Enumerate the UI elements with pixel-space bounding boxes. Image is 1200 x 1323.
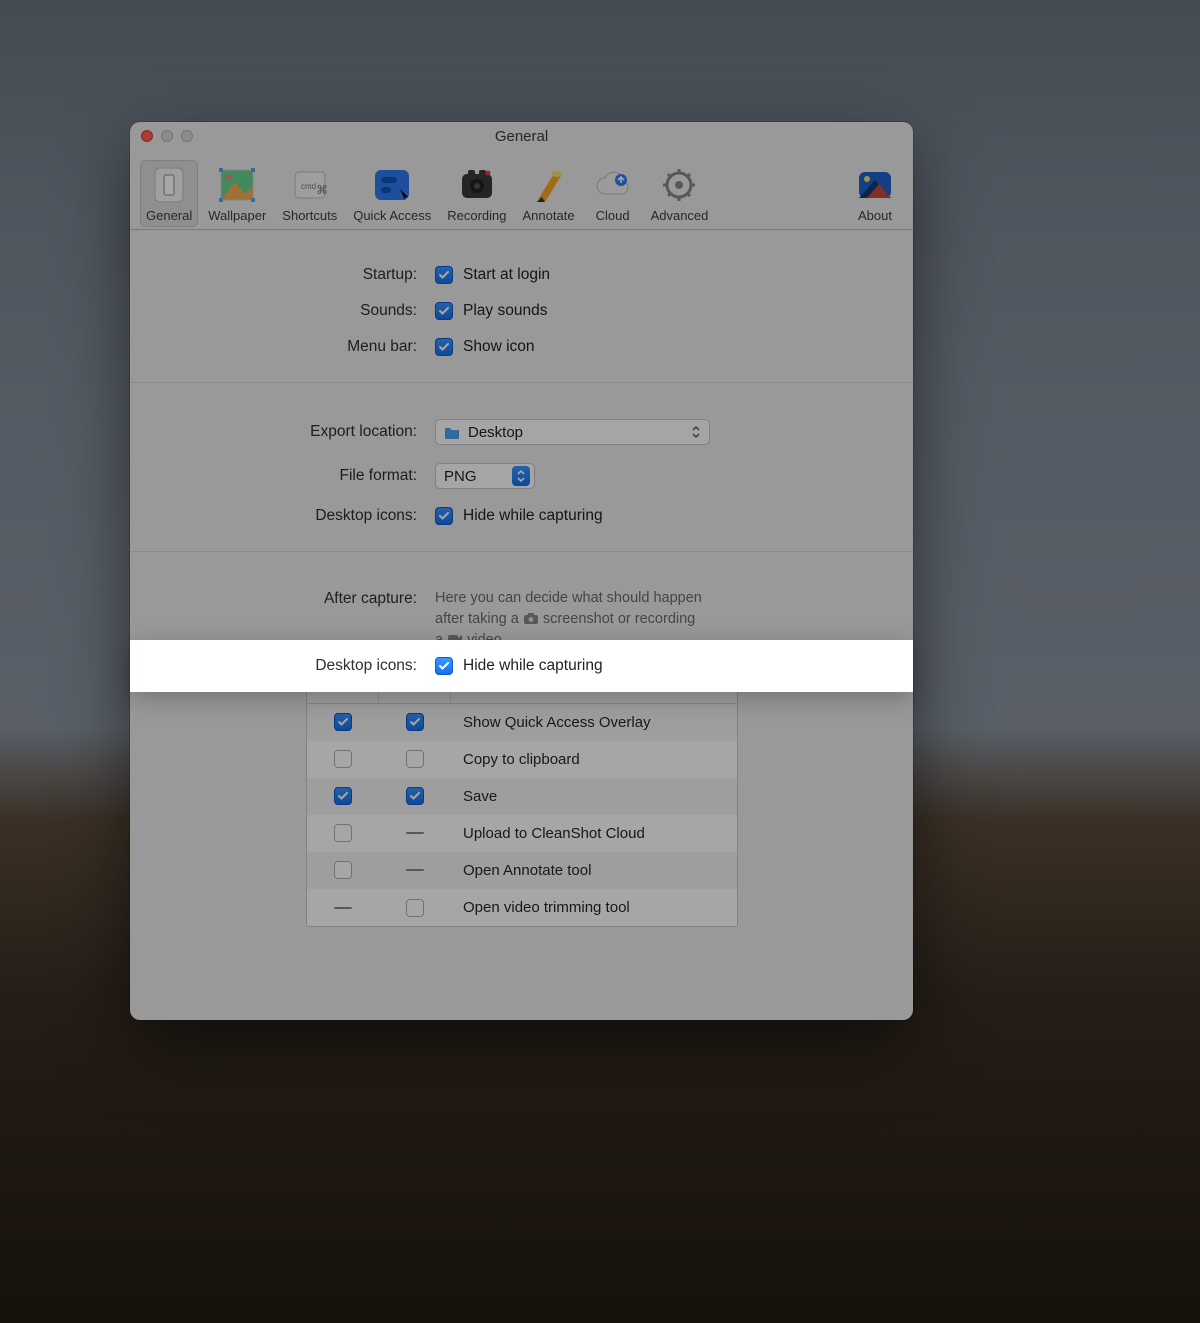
updown-icon: [512, 466, 530, 486]
general-icon: [147, 164, 191, 206]
checkbox-start-at-login[interactable]: [435, 266, 453, 284]
label-startup: Startup:: [130, 266, 435, 284]
checkbox-hide-while-capturing[interactable]: [435, 507, 453, 525]
row-action-label: Show Quick Access Overlay: [451, 714, 737, 731]
label-desktop-icons: Desktop icons:: [130, 657, 435, 675]
checkbox-label: Hide while capturing: [463, 507, 603, 525]
row-1-screenshot-checkbox[interactable]: [334, 750, 352, 768]
table-row: Show Quick Access Overlay: [307, 704, 737, 741]
titlebar: General: [130, 122, 913, 150]
row-action-label: Open video trimming tool: [451, 899, 737, 916]
tab-label: Cloud: [596, 208, 630, 223]
section-startup: Startup: Start at login Sounds: Play sou…: [130, 230, 913, 383]
row-action-label: Open Annotate tool: [451, 862, 737, 879]
row-action-label: Upload to CleanShot Cloud: [451, 825, 737, 842]
tab-shortcuts[interactable]: cmd⌘ Shortcuts: [276, 160, 343, 227]
checkbox-label: Start at login: [463, 266, 550, 284]
row-1-video-checkbox[interactable]: [406, 750, 424, 768]
row-action-label: Copy to clipboard: [451, 751, 737, 768]
checkbox-show-icon[interactable]: [435, 338, 453, 356]
checkbox-label: Play sounds: [463, 302, 547, 320]
label-export-location: Export location:: [130, 423, 435, 441]
tab-label: Quick Access: [353, 208, 431, 223]
close-window-button[interactable]: [141, 130, 153, 142]
row-3-video-checkbox-disabled: [406, 832, 424, 834]
tab-label: Shortcuts: [282, 208, 337, 223]
checkbox-play-sounds[interactable]: [435, 302, 453, 320]
row-0-screenshot-checkbox[interactable]: [334, 713, 352, 731]
label-menubar: Menu bar:: [130, 338, 435, 356]
quick-access-icon: [370, 164, 414, 206]
row-3-screenshot-checkbox[interactable]: [334, 824, 352, 842]
content: Startup: Start at login Sounds: Play sou…: [130, 230, 913, 1020]
label-file-format: File format:: [130, 467, 435, 485]
tab-label: Annotate: [523, 208, 575, 223]
annotate-icon: [527, 164, 571, 206]
zoom-window-button[interactable]: [181, 130, 193, 142]
checkbox-hide-while-capturing[interactable]: [435, 657, 453, 675]
section-after-capture: After capture: Here you can decide what …: [130, 552, 913, 953]
table-row: Copy to clipboard: [307, 741, 737, 778]
folder-icon: [444, 426, 460, 439]
cloud-icon: [591, 164, 635, 206]
wallpaper-icon: [215, 164, 259, 206]
updown-icon: [687, 422, 705, 442]
tab-wallpaper[interactable]: Wallpaper: [202, 160, 272, 227]
after-capture-table: Action Show Quick Access OverlayCopy to …: [306, 671, 738, 927]
camera-icon: [523, 611, 539, 624]
highlighted-row-desktop-icons: Desktop icons: Hide while capturing: [130, 640, 913, 692]
tab-label: About: [858, 208, 892, 223]
traffic-lights: [141, 130, 193, 142]
row-5-video-checkbox[interactable]: [406, 899, 424, 917]
table-row: Save: [307, 778, 737, 815]
shortcuts-icon: cmd⌘: [288, 164, 332, 206]
section-export: Export location: Desktop File format: PN…: [130, 383, 913, 552]
svg-text:⌘: ⌘: [316, 183, 328, 197]
select-file-format[interactable]: PNG: [435, 463, 535, 489]
checkbox-label: Show icon: [463, 338, 535, 356]
window-title: General: [495, 128, 548, 145]
select-value: PNG: [444, 468, 477, 485]
tab-label: Wallpaper: [208, 208, 266, 223]
tab-general[interactable]: General: [140, 160, 198, 227]
about-icon: [853, 164, 897, 206]
label-after-capture: After capture:: [130, 588, 435, 608]
table-row: Open video trimming tool: [307, 889, 737, 926]
tab-recording[interactable]: Recording: [441, 160, 512, 227]
select-value: Desktop: [468, 424, 523, 441]
toolbar: General Wallpaper cmd⌘ Shortcuts Quick A…: [130, 150, 913, 230]
minimize-window-button[interactable]: [161, 130, 173, 142]
preferences-window: General General Wallpaper cmd⌘ Shortcuts…: [130, 122, 913, 1020]
table-row: Upload to CleanShot Cloud: [307, 815, 737, 852]
table-row: Open Annotate tool: [307, 852, 737, 889]
row-0-video-checkbox[interactable]: [406, 713, 424, 731]
svg-text:cmd: cmd: [301, 182, 316, 191]
row-4-screenshot-checkbox[interactable]: [334, 861, 352, 879]
recording-icon: [455, 164, 499, 206]
row-2-screenshot-checkbox[interactable]: [334, 787, 352, 805]
tab-label: General: [146, 208, 192, 223]
row-2-video-checkbox[interactable]: [406, 787, 424, 805]
select-export-location[interactable]: Desktop: [435, 419, 710, 445]
label-desktop-icons: Desktop icons:: [130, 507, 435, 525]
tab-label: Advanced: [651, 208, 709, 223]
advanced-icon: [657, 164, 701, 206]
row-4-video-checkbox-disabled: [406, 869, 424, 871]
tab-advanced[interactable]: Advanced: [645, 160, 715, 227]
checkbox-label: Hide while capturing: [463, 657, 603, 675]
row-5-screenshot-checkbox-disabled: [334, 907, 352, 909]
tab-label: Recording: [447, 208, 506, 223]
tab-quick-access[interactable]: Quick Access: [347, 160, 437, 227]
tab-cloud[interactable]: Cloud: [585, 160, 641, 227]
row-action-label: Save: [451, 788, 737, 805]
label-sounds: Sounds:: [130, 302, 435, 320]
tab-about[interactable]: About: [847, 160, 903, 227]
tab-annotate[interactable]: Annotate: [517, 160, 581, 227]
